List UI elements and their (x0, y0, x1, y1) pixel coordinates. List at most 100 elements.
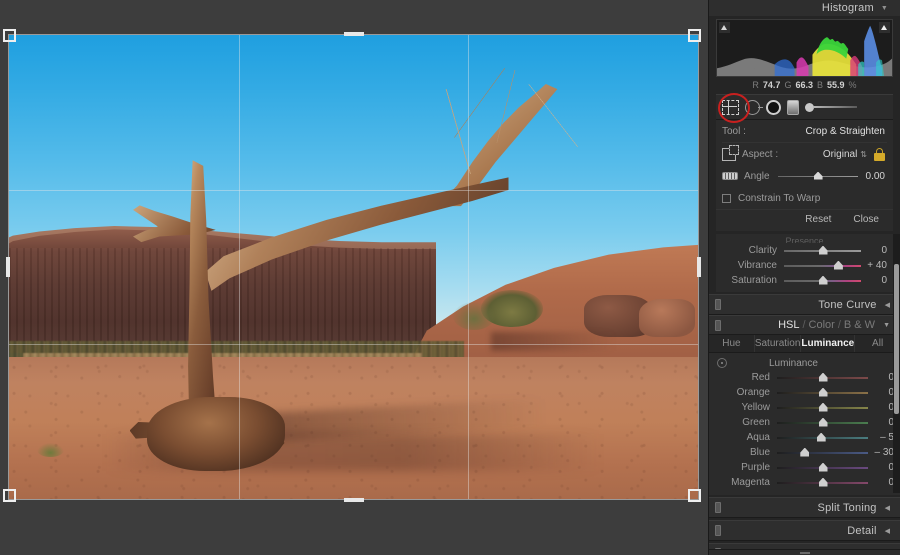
aqua-slider-knob[interactable] (816, 432, 826, 442)
crop-handle-top-right[interactable] (688, 29, 701, 42)
stepper-icon[interactable]: ⇅ (860, 150, 867, 159)
crop-overlay-tool-icon[interactable] (722, 99, 739, 115)
chevron-down-icon[interactable]: ▼ (883, 322, 890, 329)
tab-luminance[interactable]: Luminance (801, 335, 856, 352)
panel-toggle-switch[interactable] (715, 319, 721, 331)
panel-toggle-switch[interactable] (715, 502, 721, 513)
yellow-label: Yellow (741, 402, 770, 413)
crop-handle-top-center[interactable] (344, 32, 364, 36)
clarity-slider-knob[interactable] (818, 245, 828, 255)
tool-label: Tool : (722, 125, 746, 137)
blue-label: Blue (749, 447, 770, 458)
crop-handle-right-center[interactable] (697, 257, 701, 277)
clarity-slider[interactable] (784, 245, 861, 255)
clarity-value[interactable]: 0 (867, 245, 893, 256)
slider-row-green[interactable]: Green 0 (709, 415, 900, 430)
crop-handle-top-left[interactable] (3, 29, 16, 42)
section-header-detail[interactable]: Detail ◀ (709, 520, 900, 541)
purple-slider-knob[interactable] (818, 462, 828, 472)
section-header-split-toning[interactable]: Split Toning ◀ (709, 497, 900, 518)
crop-handle-left-center[interactable] (6, 257, 10, 277)
chevron-left-icon[interactable]: ◀ (885, 301, 890, 309)
highlight-clipping-icon[interactable] (879, 22, 890, 33)
angle-row[interactable]: Angle 0.00 (716, 165, 893, 187)
detail-title: Detail (847, 524, 877, 537)
photo-preview[interactable] (9, 35, 698, 499)
section-header-tone-curve[interactable]: Tone Curve ◀ (709, 294, 900, 315)
tab-hue[interactable]: Hue (709, 335, 755, 352)
magenta-slider[interactable] (777, 477, 868, 487)
aspect-value[interactable]: Original (823, 149, 857, 160)
histogram-graph[interactable] (716, 19, 893, 77)
angle-slider-knob[interactable] (813, 171, 823, 180)
slider-row-magenta[interactable]: Magenta 0 (709, 475, 900, 490)
aspect-ratio-icon[interactable] (722, 144, 739, 161)
yellow-slider-knob[interactable] (818, 402, 828, 412)
right-panel-scrollbar[interactable] (893, 234, 900, 493)
graduated-filter-tool-icon[interactable] (787, 99, 799, 115)
slider-row-clarity[interactable]: Clarity 0 (716, 243, 893, 258)
panel-toggle-switch[interactable] (715, 525, 721, 536)
slider-row-purple[interactable]: Purple 0 (709, 460, 900, 475)
orange-slider[interactable] (777, 387, 868, 397)
spot-removal-tool-icon[interactable] (745, 99, 763, 115)
blue-slider[interactable] (777, 447, 868, 457)
constrain-to-warp-row[interactable]: Constrain To Warp (716, 187, 893, 209)
crop-handle-bottom-center[interactable] (344, 498, 364, 502)
crop-frame[interactable] (8, 34, 699, 500)
red-slider-knob[interactable] (818, 372, 828, 382)
aspect-row[interactable]: Aspect : Original ⇅ (716, 143, 893, 165)
vibrance-slider-knob[interactable] (833, 260, 843, 270)
orange-slider-knob[interactable] (818, 387, 828, 397)
red-slider[interactable] (777, 372, 868, 382)
chevron-down-icon[interactable]: ▼ (881, 5, 888, 12)
shadow-clipping-icon[interactable] (719, 22, 730, 33)
scrollbar-thumb[interactable] (894, 264, 899, 414)
image-canvas-area[interactable] (0, 0, 708, 555)
constrain-to-warp-checkbox[interactable] (722, 193, 731, 203)
slider-row-red[interactable]: Red 0 (709, 370, 900, 385)
slider-row-vibrance[interactable]: Vibrance + 40 (716, 258, 893, 273)
hsl-tab-bar[interactable]: Hue Saturation Luminance All (709, 335, 900, 353)
blue-slider-knob[interactable] (800, 447, 810, 457)
aqua-slider[interactable] (777, 432, 868, 442)
green-slider[interactable] (777, 417, 868, 427)
slider-row-saturation[interactable]: Saturation 0 (716, 273, 893, 288)
saturation-value[interactable]: 0 (867, 275, 893, 286)
chevron-left-icon[interactable]: ◀ (885, 527, 890, 535)
histogram-panel-header[interactable]: Histogram ▼ (709, 0, 900, 16)
slider-row-yellow[interactable]: Yellow 0 (709, 400, 900, 415)
angle-slider[interactable] (777, 171, 858, 180)
hsl-mode-color[interactable]: Color (809, 319, 835, 331)
straighten-tool-icon[interactable] (722, 172, 738, 180)
slider-row-blue[interactable]: Blue – 30 (709, 445, 900, 460)
angle-value[interactable]: 0.00 (866, 171, 885, 182)
green-slider-knob[interactable] (818, 417, 828, 427)
slider-row-aqua[interactable]: Aqua – 5 (709, 430, 900, 445)
section-header-hsl[interactable]: HSL / Color / B & W ▼ (709, 315, 900, 335)
yellow-slider[interactable] (777, 402, 868, 412)
panel-resize-grip[interactable] (709, 549, 900, 555)
crop-handle-bottom-right[interactable] (688, 489, 701, 502)
hsl-mode-bw[interactable]: B & W (844, 319, 875, 331)
close-button[interactable]: Close (853, 214, 879, 225)
saturation-slider[interactable] (784, 275, 861, 285)
tab-saturation[interactable]: Saturation (755, 335, 802, 352)
purple-slider[interactable] (777, 462, 868, 472)
target-adjustment-icon[interactable] (717, 358, 727, 368)
vibrance-value[interactable]: + 40 (867, 260, 893, 271)
lock-icon[interactable] (874, 147, 885, 161)
adjustment-brush-tool-icon[interactable] (805, 100, 857, 114)
vibrance-slider[interactable] (784, 260, 861, 270)
chevron-left-icon[interactable]: ◀ (885, 504, 890, 512)
magenta-slider-knob[interactable] (818, 477, 828, 487)
develop-tool-strip[interactable] (716, 93, 893, 123)
panel-toggle-switch[interactable] (715, 299, 721, 310)
reset-button[interactable]: Reset (805, 214, 831, 225)
hsl-mode-hsl[interactable]: HSL (778, 319, 799, 331)
crop-handle-bottom-left[interactable] (3, 489, 16, 502)
slider-row-orange[interactable]: Orange 0 (709, 385, 900, 400)
red-eye-correction-tool-icon[interactable] (766, 99, 781, 115)
saturation-slider-knob[interactable] (818, 275, 828, 285)
crop-buttons-row: Reset Close (716, 209, 893, 229)
